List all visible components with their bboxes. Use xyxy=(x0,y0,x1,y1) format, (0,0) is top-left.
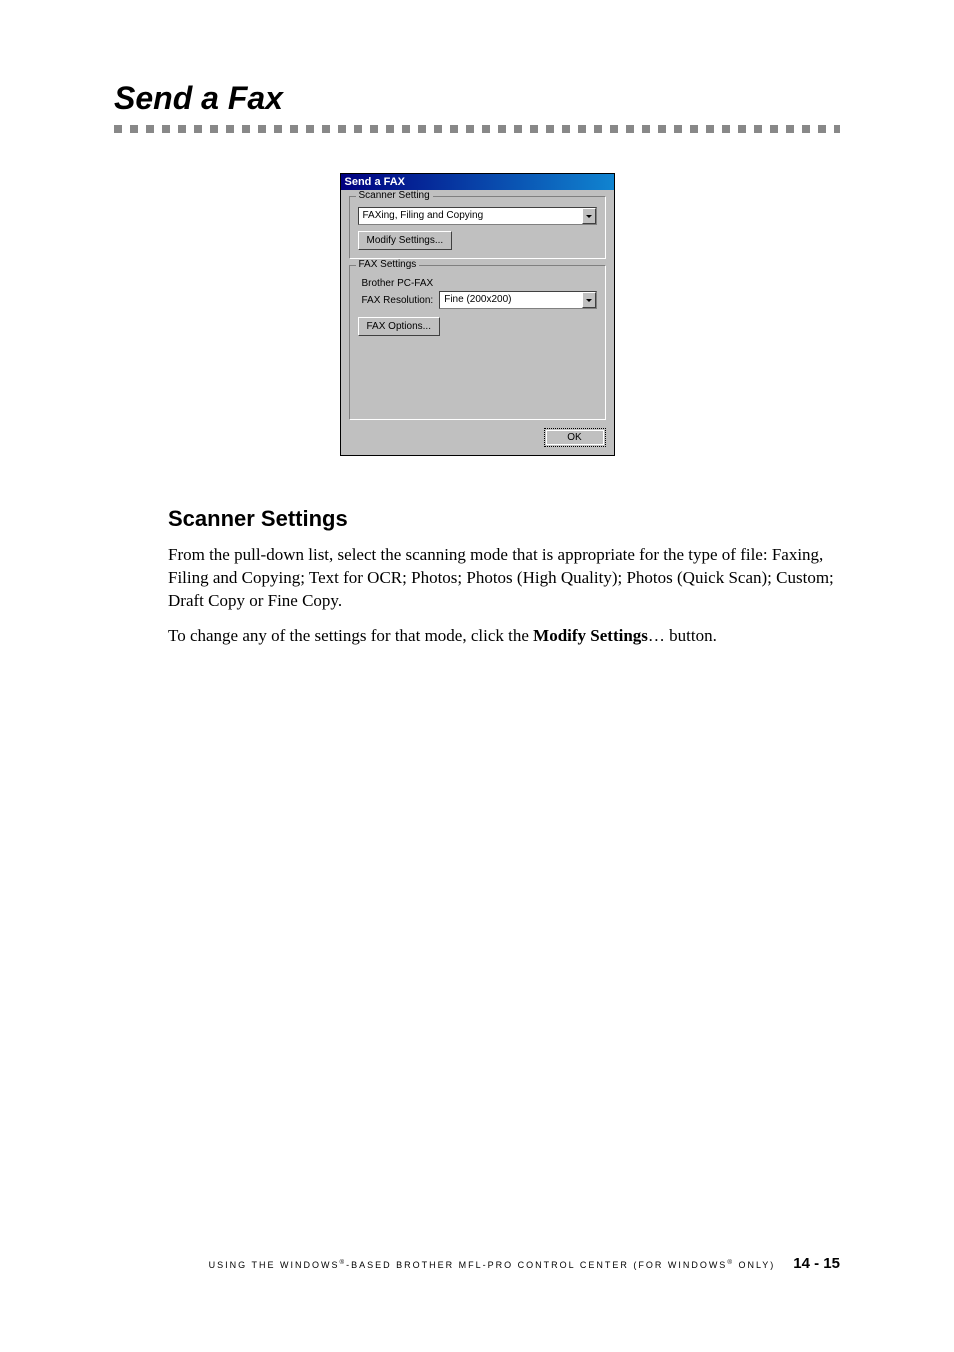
dialog-screenshot: Send a FAX Scanner Setting FAXing, Filin… xyxy=(114,173,840,456)
scanner-group-label: Scanner Setting xyxy=(356,190,433,201)
scanner-mode-value: FAXing, Filing and Copying xyxy=(359,208,582,224)
fax-resolution-label: FAX Resolution: xyxy=(362,295,434,306)
section-heading: Scanner Settings xyxy=(168,506,840,532)
chevron-down-icon[interactable] xyxy=(582,208,596,224)
ok-button[interactable]: OK xyxy=(544,428,606,447)
main-heading: Send a Fax xyxy=(114,80,840,117)
paragraph-2: To change any of the settings for that m… xyxy=(168,625,840,648)
fax-sub-label: Brother PC-FAX xyxy=(362,278,597,289)
chevron-down-icon[interactable] xyxy=(582,292,596,308)
fax-settings-group: FAX Settings Brother PC-FAX FAX Resoluti… xyxy=(349,265,606,420)
modify-settings-button[interactable]: Modify Settings... xyxy=(358,231,453,250)
fax-resolution-value: Fine (200x200) xyxy=(440,292,581,308)
footer-text: USING THE WINDOWS®-BASED BROTHER MFL-PRO… xyxy=(209,1259,776,1270)
paragraph-1: From the pull-down list, select the scan… xyxy=(168,544,840,613)
scanner-setting-group: Scanner Setting FAXing, Filing and Copyi… xyxy=(349,196,606,259)
dialog-title: Send a FAX xyxy=(341,174,614,190)
page-number: 14 - 15 xyxy=(793,1255,840,1272)
fax-options-button[interactable]: FAX Options... xyxy=(358,317,440,336)
page-footer: USING THE WINDOWS®-BASED BROTHER MFL-PRO… xyxy=(114,1255,840,1272)
send-fax-dialog: Send a FAX Scanner Setting FAXing, Filin… xyxy=(340,173,615,456)
scanner-mode-dropdown[interactable]: FAXing, Filing and Copying xyxy=(358,207,597,225)
fax-group-label: FAX Settings xyxy=(356,259,420,270)
fax-resolution-dropdown[interactable]: Fine (200x200) xyxy=(439,291,596,309)
divider xyxy=(114,125,840,133)
